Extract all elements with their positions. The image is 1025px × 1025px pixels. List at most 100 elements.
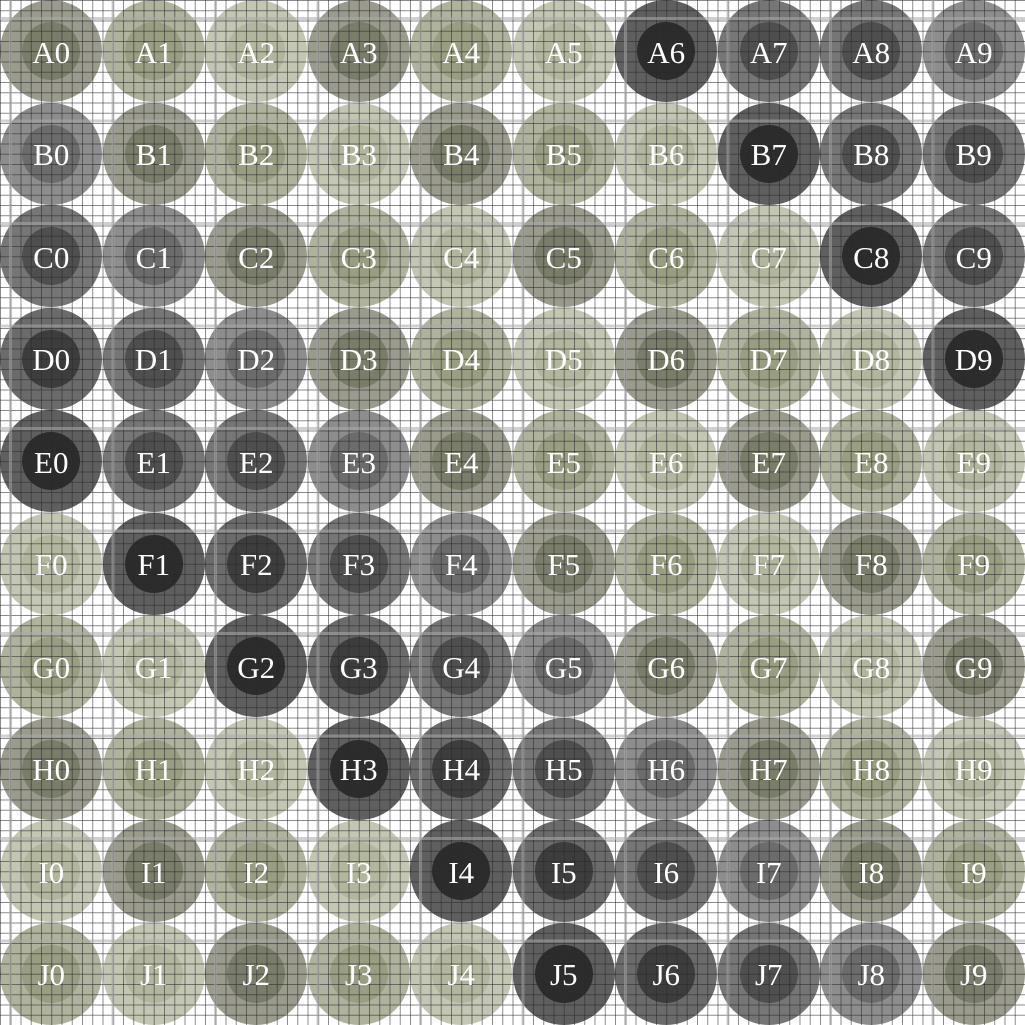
cell-C6[interactable]: C6	[615, 205, 718, 308]
cell-E8[interactable]: E8	[820, 410, 923, 513]
cell-G3[interactable]: G3	[307, 615, 411, 718]
cell-G5[interactable]: G5	[512, 615, 616, 718]
cell-B1[interactable]: B1	[102, 102, 206, 206]
cell-G0[interactable]: G0	[0, 615, 103, 718]
cell-A0[interactable]: A0	[0, 0, 103, 103]
cell-D6[interactable]: D6	[615, 307, 718, 411]
cell-E7[interactable]: E7	[717, 410, 821, 513]
cell-G2[interactable]: G2	[205, 615, 308, 718]
cell-G7[interactable]: G7	[717, 615, 821, 718]
cell-A4[interactable]: A4	[410, 0, 513, 103]
cell-F4[interactable]: F4	[410, 512, 513, 616]
cell-D4[interactable]: D4	[410, 307, 513, 411]
cell-J9[interactable]: J9	[922, 922, 1025, 1025]
cell-J4[interactable]: J4	[410, 922, 513, 1025]
cell-J8[interactable]: J8	[820, 922, 923, 1025]
cell-B3[interactable]: B3	[307, 102, 411, 206]
cell-H9[interactable]: H9	[922, 717, 1025, 821]
cell-G1[interactable]: G1	[102, 615, 206, 718]
cell-F5[interactable]: F5	[512, 512, 616, 616]
cell-J7[interactable]: J7	[717, 922, 821, 1025]
cell-C9[interactable]: C9	[922, 205, 1025, 308]
cell-D5[interactable]: D5	[512, 307, 616, 411]
cell-F2[interactable]: F2	[205, 512, 308, 616]
cell-D9[interactable]: D9	[922, 307, 1025, 411]
cell-E3[interactable]: E3	[307, 410, 411, 513]
cell-G9[interactable]: G9	[922, 615, 1025, 718]
cell-H6[interactable]: H6	[615, 717, 718, 821]
cell-F3[interactable]: F3	[307, 512, 411, 616]
cell-D7[interactable]: D7	[717, 307, 821, 411]
cell-G8[interactable]: G8	[820, 615, 923, 718]
cell-C3[interactable]: C3	[307, 205, 411, 308]
cell-A2[interactable]: A2	[205, 0, 308, 103]
cell-D8[interactable]: D8	[820, 307, 923, 411]
cell-F9[interactable]: F9	[922, 512, 1025, 616]
cell-F0[interactable]: F0	[0, 512, 103, 616]
cell-G4[interactable]: G4	[410, 615, 513, 718]
cell-C8[interactable]: C8	[820, 205, 923, 308]
cell-A9[interactable]: A9	[922, 0, 1025, 103]
cell-H0[interactable]: H0	[0, 717, 103, 821]
cell-H1[interactable]: H1	[102, 717, 206, 821]
cell-J2[interactable]: J2	[205, 922, 308, 1025]
cell-C7[interactable]: C7	[717, 205, 821, 308]
cell-I8[interactable]: I8	[820, 820, 923, 923]
cell-E5[interactable]: E5	[512, 410, 616, 513]
cell-A1[interactable]: A1	[102, 0, 206, 103]
cell-B7[interactable]: B7	[717, 102, 821, 206]
cell-I7[interactable]: I7	[717, 820, 821, 923]
cell-E0[interactable]: E0	[0, 410, 103, 513]
cell-I3[interactable]: I3	[307, 820, 411, 923]
cell-I4[interactable]: I4	[410, 820, 513, 923]
cell-C2[interactable]: C2	[205, 205, 308, 308]
cell-A3[interactable]: A3	[307, 0, 411, 103]
cell-I9[interactable]: I9	[922, 820, 1025, 923]
cell-H3[interactable]: H3	[307, 717, 411, 821]
cell-H7[interactable]: H7	[717, 717, 821, 821]
cell-B8[interactable]: B8	[820, 102, 923, 206]
cell-A5[interactable]: A5	[512, 0, 616, 103]
cell-E6[interactable]: E6	[615, 410, 718, 513]
cell-A6[interactable]: A6	[615, 0, 718, 103]
cell-E4[interactable]: E4	[410, 410, 513, 513]
cell-A7[interactable]: A7	[717, 0, 821, 103]
cell-H2[interactable]: H2	[205, 717, 308, 821]
cell-A8[interactable]: A8	[820, 0, 923, 103]
cell-B2[interactable]: B2	[205, 102, 308, 206]
cell-J1[interactable]: J1	[102, 922, 206, 1025]
cell-I5[interactable]: I5	[512, 820, 616, 923]
cell-E1[interactable]: E1	[102, 410, 206, 513]
cell-H5[interactable]: H5	[512, 717, 616, 821]
cell-E2[interactable]: E2	[205, 410, 308, 513]
cell-B9[interactable]: B9	[922, 102, 1025, 206]
cell-C5[interactable]: C5	[512, 205, 616, 308]
cell-F1[interactable]: F1	[102, 512, 206, 616]
cell-F7[interactable]: F7	[717, 512, 821, 616]
cell-H4[interactable]: H4	[410, 717, 513, 821]
cell-J6[interactable]: J6	[615, 922, 718, 1025]
cell-D0[interactable]: D0	[0, 307, 103, 411]
cell-I1[interactable]: I1	[102, 820, 206, 923]
cell-D3[interactable]: D3	[307, 307, 411, 411]
cell-C4[interactable]: C4	[410, 205, 513, 308]
cell-C0[interactable]: C0	[0, 205, 103, 308]
cell-H8[interactable]: H8	[820, 717, 923, 821]
cell-I2[interactable]: I2	[205, 820, 308, 923]
cell-B0[interactable]: B0	[0, 102, 103, 206]
cell-B4[interactable]: B4	[410, 102, 513, 206]
cell-B5[interactable]: B5	[512, 102, 616, 206]
cell-I0[interactable]: I0	[0, 820, 103, 923]
cell-J3[interactable]: J3	[307, 922, 411, 1025]
cell-F8[interactable]: F8	[820, 512, 923, 616]
cell-F6[interactable]: F6	[615, 512, 718, 616]
cell-B6[interactable]: B6	[615, 102, 718, 206]
cell-E9[interactable]: E9	[922, 410, 1025, 513]
cell-C1[interactable]: C1	[102, 205, 206, 308]
cell-G6[interactable]: G6	[615, 615, 718, 718]
cell-J0[interactable]: J0	[0, 922, 103, 1025]
cell-J5[interactable]: J5	[512, 922, 616, 1025]
cell-D2[interactable]: D2	[205, 307, 308, 411]
cell-I6[interactable]: I6	[615, 820, 718, 923]
cell-D1[interactable]: D1	[102, 307, 206, 411]
